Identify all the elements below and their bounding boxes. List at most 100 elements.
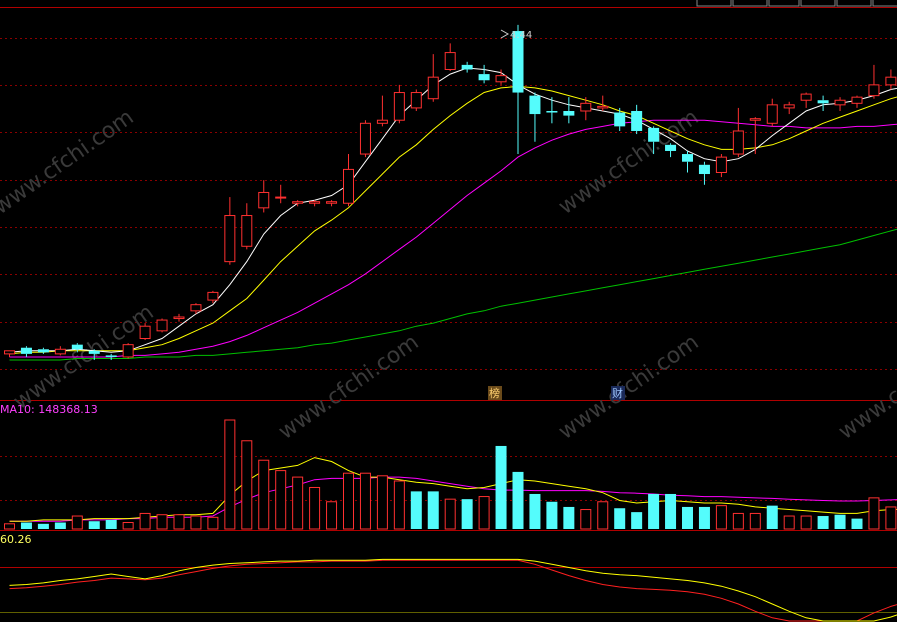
candle-body [309,201,321,204]
toolbar-button-3[interactable] [768,0,800,7]
volume-bar [529,493,541,529]
volume-bar [648,493,660,529]
candle [580,97,592,121]
candle [834,97,846,111]
candle-body [105,355,117,357]
candle-body [834,99,846,106]
event-tag-bang[interactable]: 榜 [489,386,500,400]
candle-body [241,215,253,247]
candle [275,184,287,204]
toolbar-button-1[interactable] [696,0,732,7]
candle-body [766,104,778,124]
candle [376,95,388,127]
candle-body [54,348,66,355]
candle [597,95,609,111]
volume-bar [326,501,338,530]
volume-bar [766,505,778,529]
candle [343,154,354,207]
candle [851,95,863,108]
candle [732,107,744,158]
stock-chart: www.cfchi.com www.cfchi.com www.cfchi.co… [0,0,897,622]
candle [512,24,524,155]
volume-bar [749,512,761,530]
candle [529,92,541,142]
candle-body [732,130,744,155]
indicator-lines [9,558,897,622]
candle [241,203,253,250]
candle-body [868,84,880,97]
candle-body [749,118,761,121]
candle-body [563,110,575,116]
volume-bar [495,445,507,529]
candle [156,318,168,333]
toolbar-button-5[interactable] [836,0,872,7]
toolbar-button-4[interactable] [800,0,836,7]
candle-body [444,52,456,70]
candle-body [817,100,829,104]
candle-body [410,92,422,109]
volume-bar [224,419,236,530]
candle [258,180,270,213]
candle-body [359,122,371,155]
volume-bar [190,515,202,530]
candle [173,313,185,322]
volume-bar [427,491,439,529]
candle [393,84,405,124]
volume-bar [393,480,405,530]
candle-body [71,344,83,350]
candle-body [4,350,15,355]
volume-bar [37,523,49,529]
volume-bar [156,514,168,530]
candle-body [88,350,100,354]
volume-bar [292,476,304,530]
candle-body [495,75,507,83]
candle [715,154,727,178]
candle-body [275,196,287,199]
panel-frames [0,7,897,531]
candle [885,69,897,90]
toolbar-buttons[interactable] [696,0,897,7]
volume-bar [800,515,812,530]
candle-body [376,119,388,124]
volume-bar [444,498,456,530]
candle [410,89,422,111]
volume-bar [563,506,575,529]
volume-bar [478,496,490,530]
event-tag-cai[interactable]: 财 [612,386,623,400]
volume-bar [817,516,829,529]
candle-body [326,201,338,204]
volume-bar [614,508,626,529]
ma60-line [9,228,897,361]
volume-bar [597,501,609,530]
candle-body [580,102,592,112]
candle-body [343,168,354,204]
volume-bar [546,501,558,529]
candle-body [139,325,151,340]
candle [20,346,32,357]
candle-body [648,127,660,142]
indicator-value-label: 60.26 [0,533,32,546]
candle-body [393,92,405,121]
candle-body [190,304,202,312]
volume-bar [885,506,897,530]
toolbar-button-6[interactable] [872,0,897,7]
candle [800,92,812,108]
candle [122,343,134,359]
candle-body [665,144,677,151]
candle [783,101,795,115]
candle-body [173,316,185,320]
volume-bars [4,419,897,530]
candle-body [224,215,236,263]
candle [478,64,490,84]
candle-body [682,154,693,162]
candle-body [885,76,897,86]
candle-body [698,164,710,175]
toolbar-button-2[interactable] [732,0,768,7]
candle-body [292,201,304,204]
candle-body [20,347,32,354]
volume-bar [275,470,287,530]
volume-bar [105,519,117,529]
volume-bar [359,472,371,530]
candle [868,64,880,99]
volume-ma-label: MA10: 148368.13 [0,403,98,416]
